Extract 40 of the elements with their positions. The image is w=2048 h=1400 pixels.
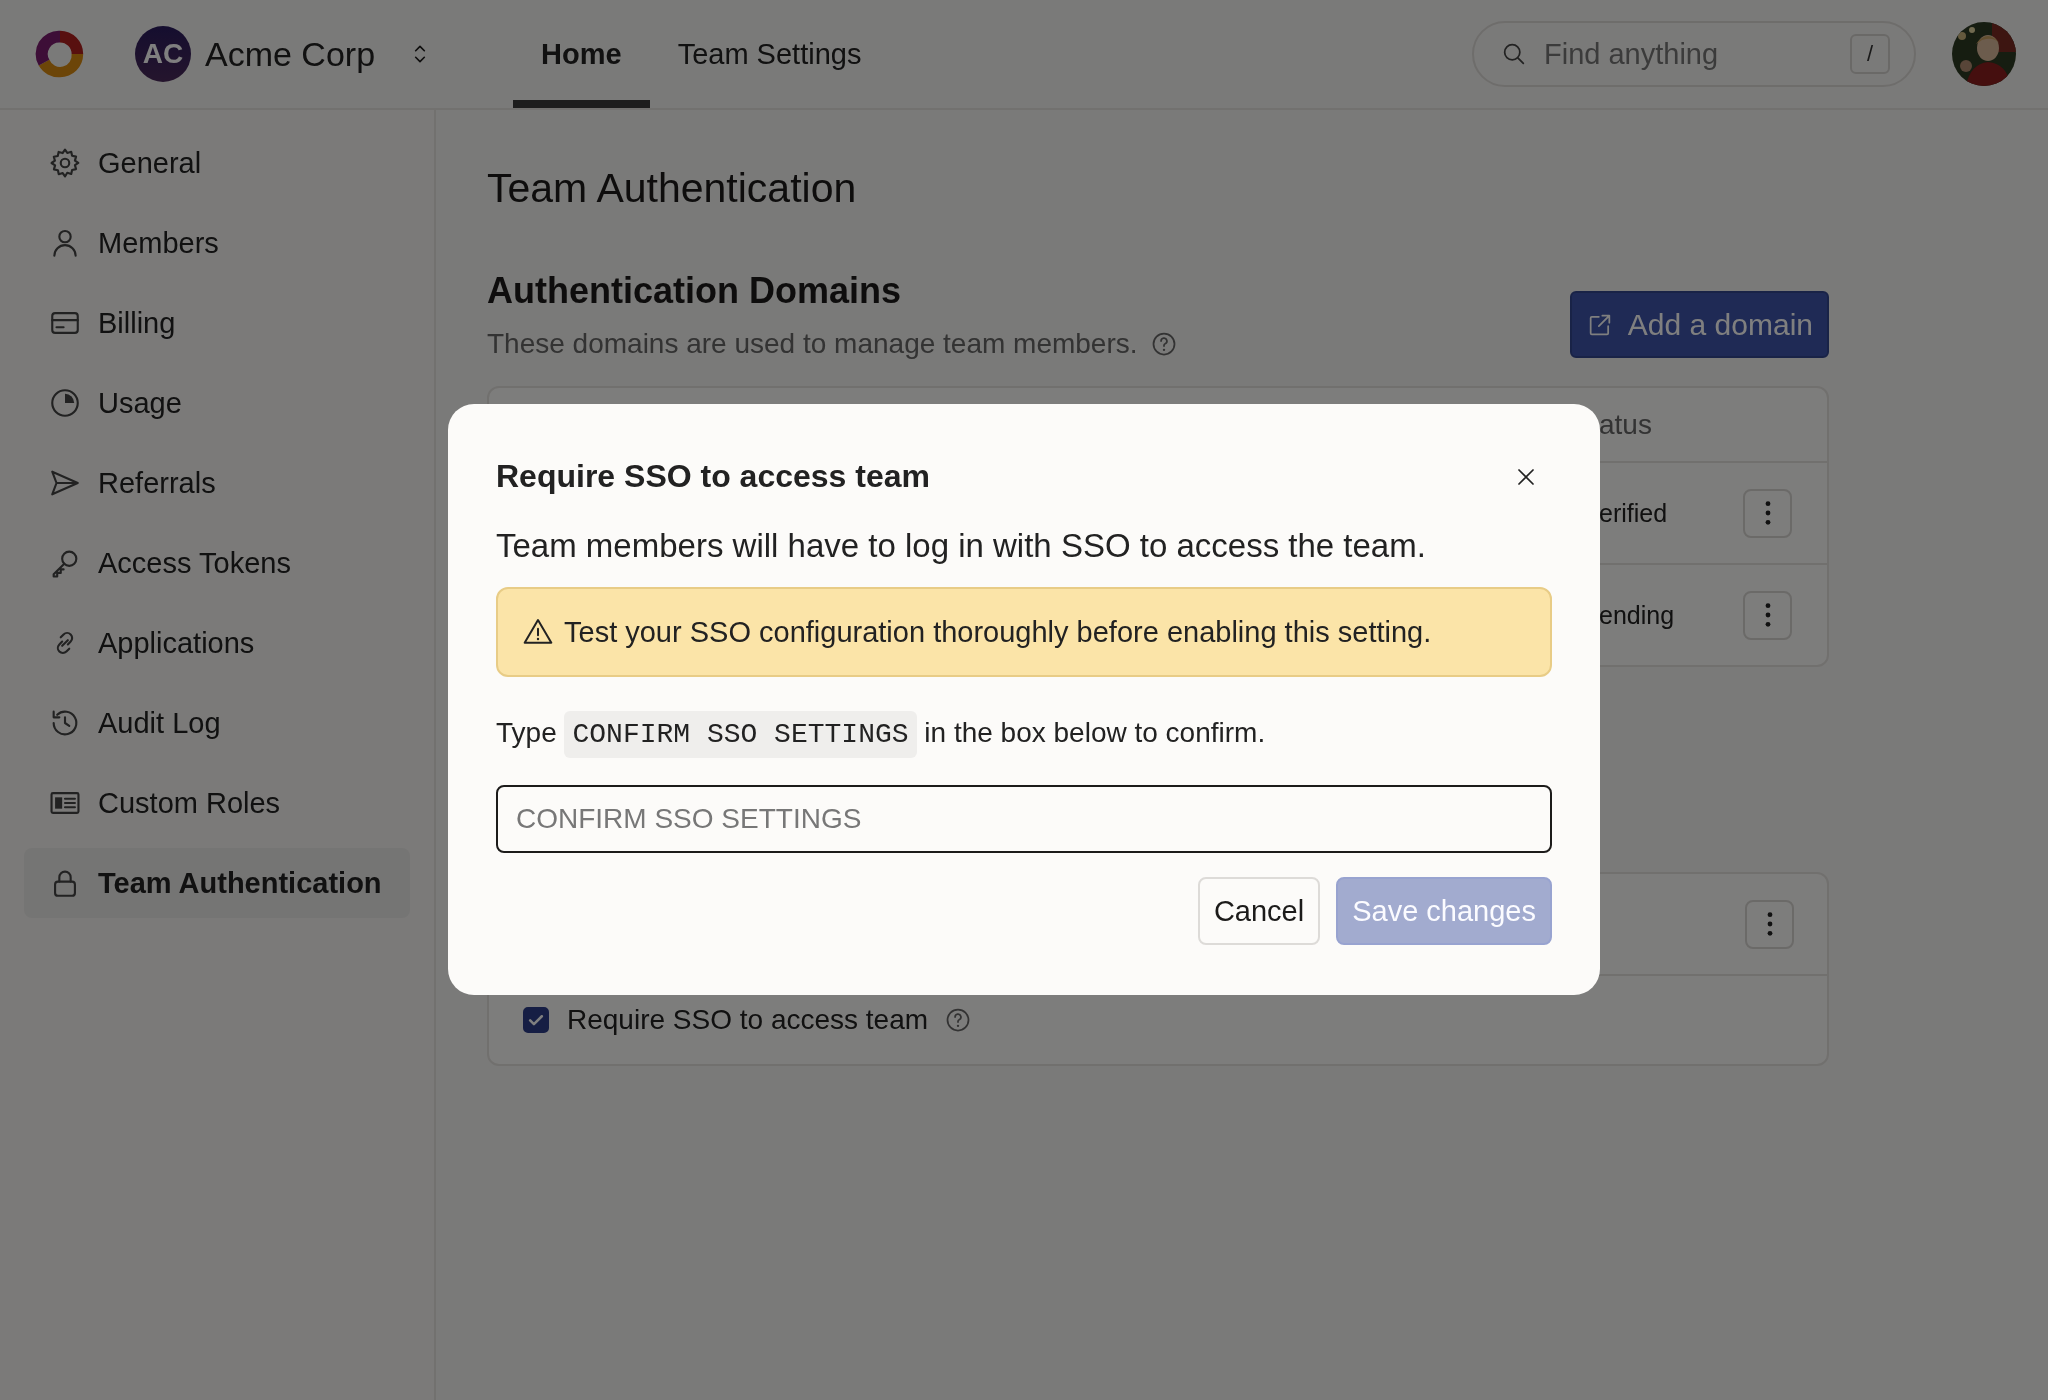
shortcut-key: / [1850, 34, 1890, 74]
sidebar-item[interactable]: Referrals [24, 448, 410, 518]
checkbox-label: Require SSO to access team [567, 1004, 929, 1036]
sidebar-item[interactable]: Custom Roles [24, 768, 410, 838]
gear-icon [48, 146, 82, 180]
sidebar-item[interactable]: Members [24, 208, 410, 278]
section-description: These domains are used to manage team members. [487, 328, 1138, 360]
checkbox[interactable] [523, 1007, 549, 1033]
page-title: Team Authentication [487, 165, 858, 212]
add-domain-button[interactable]: Add a domain [1569, 291, 1829, 358]
sidebar-item[interactable]: General [24, 128, 410, 198]
instruction-text: Type CONFIRM SSO SETTINGS in the box below to confirm. [496, 709, 1552, 759]
sidebar-item[interactable]: Applications [24, 608, 410, 678]
section-title: Authentication Domains [487, 270, 903, 312]
search-field[interactable]: Find anything / [1472, 21, 1916, 87]
pie-chart-icon [48, 386, 82, 420]
vertical-dots-icon [1764, 501, 1771, 525]
sidebar-item[interactable]: Access Tokens [24, 528, 410, 598]
column-header: atus [1599, 408, 1653, 441]
confirm-input[interactable]: CONFIRM SSO SETTINGS [496, 785, 1552, 853]
sidebar-item[interactable]: Team Authentication [24, 848, 410, 918]
sidebar-item[interactable]: Billing [24, 288, 410, 358]
dialog-description: Team members will have to log in with SSO to access the team. [496, 527, 1427, 565]
team-switcher[interactable]: AC Acme Corp [135, 26, 434, 82]
vertical-dots-icon [1764, 603, 1771, 627]
nav-tab[interactable]: Team Settings [649, 0, 890, 108]
nav-tab[interactable]: Home [513, 0, 650, 108]
more-options-button[interactable] [1745, 899, 1794, 949]
search-input[interactable]: Find anything [1542, 36, 1836, 72]
cancel-button[interactable]: Cancel [1197, 877, 1321, 945]
dialog-title: Require SSO to access team [496, 458, 930, 495]
more-options-button[interactable] [1743, 590, 1792, 640]
sidebar-item[interactable]: Usage [24, 368, 410, 438]
team-avatar: AC [135, 26, 191, 82]
status-cell-text: ending [1599, 600, 1676, 630]
status-cell-text: erified [1599, 498, 1669, 528]
sidebar-item[interactable]: Audit Log [24, 688, 410, 758]
warning-text: Test your SSO configuration thoroughly before enabling this setting. [564, 615, 1432, 649]
more-options-button[interactable] [1743, 488, 1792, 538]
vertical-dots-icon [1766, 912, 1773, 936]
